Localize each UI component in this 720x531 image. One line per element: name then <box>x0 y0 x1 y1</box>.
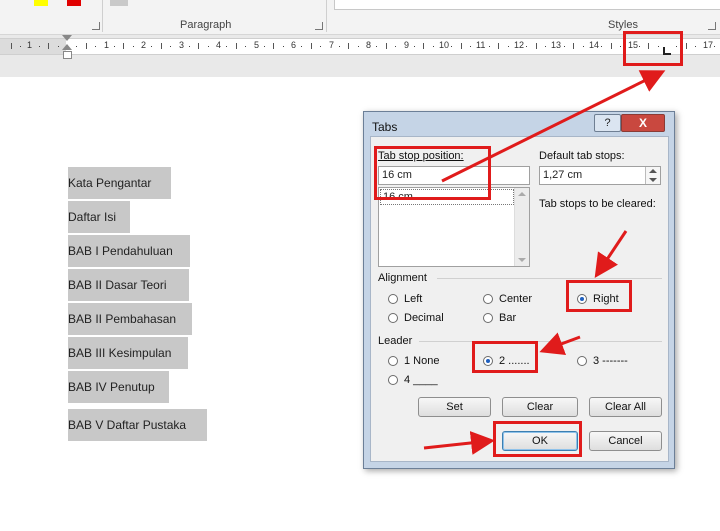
arrow-to-right-icon <box>594 230 628 278</box>
annotation-arrows <box>423 70 666 455</box>
arrow-to-ok-icon <box>423 430 495 455</box>
arrow-to-ruler-icon <box>441 70 666 183</box>
arrow-to-leader-icon <box>539 332 581 355</box>
